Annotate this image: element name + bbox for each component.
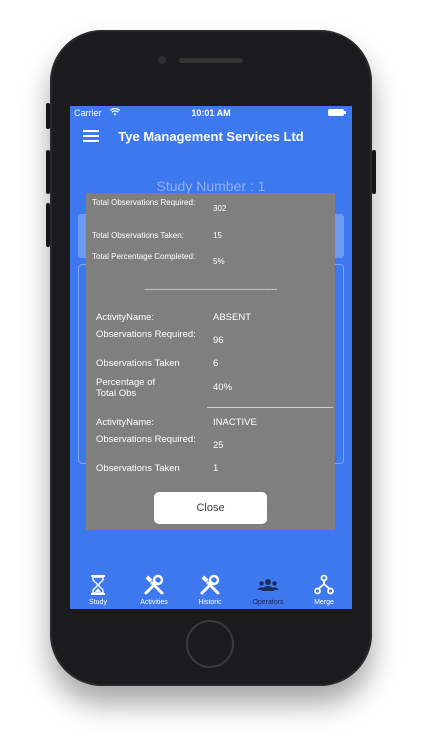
nav-bar: Tye Management Services Ltd xyxy=(70,122,352,150)
study-number-label: Study Number : 1 xyxy=(156,178,266,194)
obs-taken-value: 1 xyxy=(213,463,219,474)
people-icon xyxy=(257,579,279,591)
earpiece-speaker xyxy=(179,58,243,63)
page-title: Tye Management Services Ltd xyxy=(118,129,304,144)
hourglass-icon xyxy=(91,575,105,595)
activity-name-value: INACTIVE xyxy=(213,417,257,428)
tab-label: Activities xyxy=(140,599,168,606)
activity-name-label: ActivityName: xyxy=(96,312,155,323)
total-obs-taken-label: Total Observations Taken: xyxy=(92,231,184,240)
total-pct-label: Total Percentage Completed: xyxy=(92,252,196,261)
tab-label: Study xyxy=(89,599,107,606)
battery-icon xyxy=(328,109,346,116)
activity-name-value: ABSENT xyxy=(213,312,252,323)
tab-bar: Study Activities Historic Operators Merg… xyxy=(70,572,352,609)
front-camera xyxy=(158,56,166,64)
home-button[interactable] xyxy=(186,620,234,668)
tab-label: Historic xyxy=(198,599,222,606)
tab-label: Merge xyxy=(314,599,334,606)
tab-historic[interactable]: Historic xyxy=(182,572,238,609)
tools-icon xyxy=(144,574,164,595)
pct-total-obs-value: 40% xyxy=(213,382,233,393)
tab-label: Operators xyxy=(252,599,284,606)
obs-taken-value: 6 xyxy=(213,358,219,369)
pct-total-obs-label: Percentage of Total Obs xyxy=(96,377,156,399)
obs-taken-label: Observations Taken xyxy=(96,358,180,369)
merge-icon xyxy=(314,574,334,595)
total-obs-taken-value: 15 xyxy=(213,231,222,240)
close-button[interactable]: Close xyxy=(154,492,267,524)
obs-required-label: Observations Required: xyxy=(96,329,196,340)
obs-required-value: 96 xyxy=(213,335,224,346)
volume-down-button xyxy=(46,203,50,247)
tab-merge[interactable]: Merge xyxy=(296,572,352,609)
clock: 10:01 AM xyxy=(191,108,231,118)
total-obs-required-value: 302 xyxy=(213,204,227,213)
tools-icon xyxy=(200,574,220,595)
tab-study[interactable]: Study xyxy=(70,572,126,609)
total-obs-required-label: Total Observations Required: xyxy=(92,198,196,207)
obs-taken-label: Observations Taken xyxy=(96,463,180,474)
status-bar: Carrier 10:01 AM xyxy=(70,106,352,120)
tab-operators[interactable]: Operators xyxy=(240,572,296,609)
obs-required-label: Observations Required: xyxy=(96,434,196,445)
total-pct-value: 5% xyxy=(213,257,225,266)
obs-required-value: 25 xyxy=(213,440,224,451)
tab-activities[interactable]: Activities xyxy=(126,572,182,609)
observation-summary-modal: Total Observations Required: 302 Total O… xyxy=(86,193,335,530)
activity-name-label: ActivityName: xyxy=(96,417,155,428)
section-separator: ----------------------------------------… xyxy=(144,284,277,294)
power-button xyxy=(372,150,376,194)
mute-switch xyxy=(46,103,50,129)
app-screen: Carrier 10:01 AM Tye Management Services… xyxy=(70,106,352,609)
volume-up-button xyxy=(46,150,50,194)
activity-divider xyxy=(207,407,333,408)
